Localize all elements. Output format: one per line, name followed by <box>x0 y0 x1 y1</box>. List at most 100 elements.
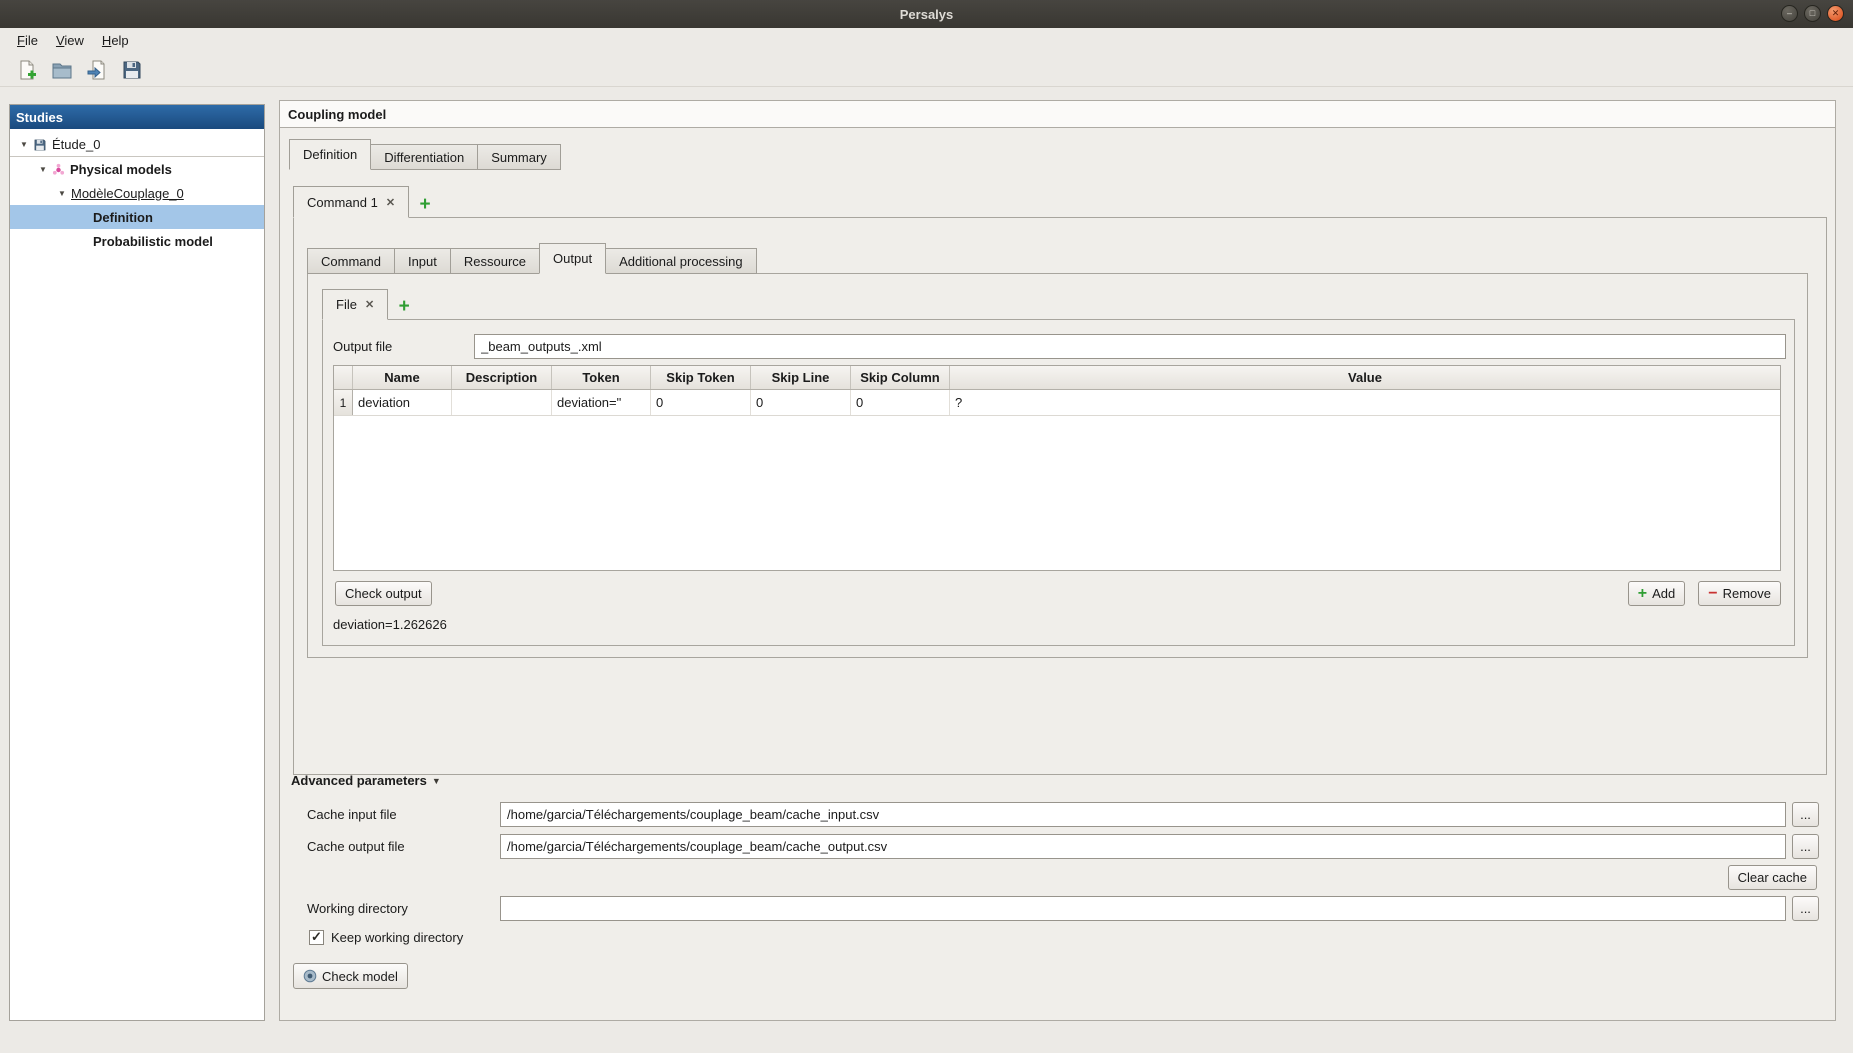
column-header-skip-column: Skip Column <box>851 366 950 389</box>
tab-label: Additional processing <box>619 253 743 269</box>
tab-label: Command 1 <box>307 194 378 210</box>
close-button[interactable]: ✕ <box>1827 5 1844 22</box>
tab-command[interactable]: Command <box>307 248 395 274</box>
main-panel: Coupling model Definition Differentiatio… <box>279 100 1836 1021</box>
working-directory-browse-button[interactable]: ... <box>1792 896 1819 921</box>
expander-icon[interactable]: ▼ <box>39 165 52 174</box>
button-label: Add <box>1652 586 1676 601</box>
cache-input-file-label: Cache input file <box>307 807 397 822</box>
cell-skip-line[interactable]: 0 <box>751 390 851 415</box>
physical-model-icon <box>52 163 65 176</box>
tab-input[interactable]: Input <box>393 248 451 274</box>
cell-value[interactable]: ? <box>950 390 1780 415</box>
tab-label: Definition <box>303 147 358 162</box>
tree-item-physical-models[interactable]: ▼ Physical models <box>10 157 264 181</box>
cache-output-browse-button[interactable]: ... <box>1792 834 1819 859</box>
page-title: Coupling model <box>288 106 387 122</box>
tree-item-label: Physical models <box>70 161 172 177</box>
tab-label: File <box>336 297 357 312</box>
tab-command-1[interactable]: Command 1 ✕ <box>293 186 410 218</box>
tree-item-label: Probabilistic model <box>93 233 213 249</box>
tree-item-study[interactable]: ▼ Étude_0 <box>10 133 264 157</box>
open-study-button[interactable] <box>48 56 75 83</box>
cell-token[interactable]: deviation=" <box>552 390 651 415</box>
open-folder-icon <box>51 59 73 81</box>
menu-bar: File View Help <box>0 28 1853 53</box>
add-row-button[interactable]: + Add <box>1627 581 1686 606</box>
tab-label: Differentiation <box>384 149 465 165</box>
cache-output-file-input[interactable] <box>500 834 1786 859</box>
cache-input-browse-button[interactable]: ... <box>1792 802 1819 827</box>
column-header-skip-token: Skip Token <box>651 366 751 389</box>
cell-name[interactable]: deviation <box>353 390 452 415</box>
menu-file[interactable]: File <box>8 30 47 51</box>
tree-item-modele-couplage[interactable]: ▼ ModèleCouplage_0 <box>10 181 264 205</box>
cache-output-file-label: Cache output file <box>307 839 405 854</box>
tab-ressource[interactable]: Ressource <box>449 248 541 274</box>
table-header-row: Name Description Token Skip Token Skip L… <box>334 366 1780 390</box>
maximize-button[interactable]: □ <box>1804 5 1821 22</box>
import-script-button[interactable] <box>83 56 110 83</box>
menu-help[interactable]: Help <box>93 30 138 51</box>
clear-cache-button[interactable]: Clear cache <box>1727 865 1817 890</box>
tab-summary[interactable]: Summary <box>477 144 561 170</box>
output-file-label: Output file <box>333 339 393 354</box>
advanced-parameters-toggle[interactable]: Advanced parameters ▼ <box>291 773 441 788</box>
expander-icon[interactable]: ▼ <box>20 140 33 149</box>
column-header-description: Description <box>452 366 552 389</box>
remove-row-button[interactable]: − Remove <box>1698 581 1781 606</box>
minus-icon: − <box>1708 584 1718 602</box>
tab-label: Ressource <box>463 253 527 269</box>
keep-working-directory-label: Keep working directory <box>331 930 464 945</box>
cell-skip-token[interactable]: 0 <box>651 390 751 415</box>
cell-description[interactable] <box>452 390 552 415</box>
command-subtabbar: Command Input Ressource Output Additiona… <box>307 243 757 274</box>
cell-skip-column[interactable]: 0 <box>851 390 950 415</box>
button-label: Check output <box>345 586 422 601</box>
tree-item-definition[interactable]: Definition <box>10 205 264 229</box>
file-tabbar: File ✕ + <box>322 289 417 320</box>
check-output-button[interactable]: Check output <box>335 581 432 606</box>
page-title-box: Coupling model <box>280 101 1835 128</box>
studies-panel-header: Studies <box>10 105 264 129</box>
tab-file[interactable]: File ✕ <box>322 289 389 320</box>
table-corner <box>334 366 353 389</box>
new-document-icon <box>16 59 38 81</box>
close-tab-icon[interactable]: ✕ <box>365 298 374 311</box>
row-number: 1 <box>334 390 353 415</box>
tab-additional-processing[interactable]: Additional processing <box>605 248 757 274</box>
title-bar: Persalys – □ ✕ <box>0 0 1853 28</box>
button-label: ... <box>1800 901 1811 916</box>
column-header-value: Value <box>1348 370 1382 385</box>
tab-label: Summary <box>491 149 547 165</box>
tab-definition[interactable]: Definition <box>289 139 372 170</box>
check-model-button[interactable]: Check model <box>293 963 408 989</box>
column-header-token: Token <box>552 366 651 389</box>
expander-icon[interactable]: ▼ <box>58 189 71 198</box>
window-title: Persalys <box>899 6 954 22</box>
close-tab-icon[interactable]: ✕ <box>386 196 395 209</box>
check-model-icon <box>303 969 317 983</box>
button-label: Check model <box>322 968 398 984</box>
studies-panel: Studies ▼ Étude_0 ▼ Physical models ▼ Mo… <box>9 104 265 1021</box>
output-file-input[interactable] <box>474 334 1786 359</box>
working-directory-input[interactable] <box>500 896 1786 921</box>
cache-input-file-input[interactable] <box>500 802 1786 827</box>
keep-working-directory-checkbox[interactable]: ✓ <box>309 930 324 945</box>
menu-view[interactable]: View <box>47 30 93 51</box>
new-study-button[interactable] <box>13 56 40 83</box>
add-file-button[interactable]: + <box>391 294 417 320</box>
save-study-button[interactable] <box>118 56 145 83</box>
tree-item-probabilistic-model[interactable]: Probabilistic model <box>10 229 264 253</box>
plus-icon: + <box>1637 584 1648 602</box>
advanced-parameters-label: Advanced parameters <box>291 773 427 788</box>
persalys-window: Persalys – □ ✕ File View Help Studies ▼ … <box>0 0 1853 1053</box>
minimize-button[interactable]: – <box>1781 5 1798 22</box>
studies-panel-title: Studies <box>16 109 63 125</box>
tab-output[interactable]: Output <box>539 243 607 274</box>
toolbar <box>0 53 1853 87</box>
tab-differentiation[interactable]: Differentiation <box>370 144 479 170</box>
tree-item-label: ModèleCouplage_0 <box>71 185 184 201</box>
add-command-button[interactable]: + <box>412 192 438 218</box>
button-label: ... <box>1800 807 1811 822</box>
